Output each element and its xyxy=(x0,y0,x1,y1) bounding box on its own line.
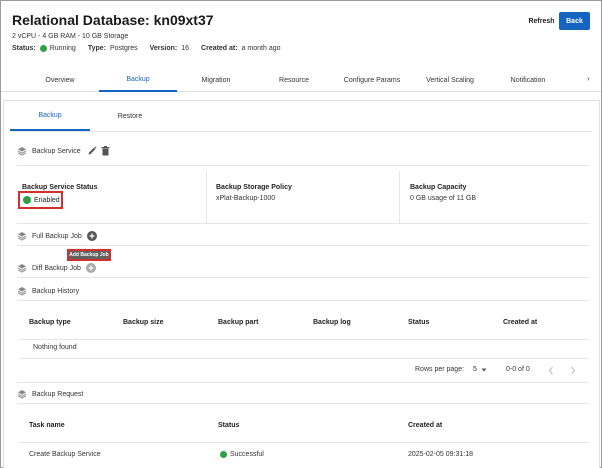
table-cell-task: Create Backup Service xyxy=(29,451,101,458)
backup-history-header: Backup History xyxy=(17,286,79,296)
column-header[interactable]: Backup part xyxy=(218,319,258,326)
enabled-status-highlight: Enabled xyxy=(18,191,63,209)
created-label: Created at: xyxy=(201,45,238,52)
section-divider xyxy=(17,165,589,166)
backup-storage-policy-value: xPlat-Backup-1000 xyxy=(216,195,276,202)
dropdown-arrow-icon xyxy=(481,368,487,371)
column-header[interactable]: Status xyxy=(218,422,239,429)
backup-history-title: Backup History xyxy=(32,287,80,295)
column-header[interactable]: Created at xyxy=(503,319,537,326)
backup-service-status-header: Backup Service Status xyxy=(22,184,98,191)
section-divider xyxy=(17,300,589,301)
type-value: Postgres xyxy=(109,45,138,52)
main-tabs: Overview Backup Migration Resource Confi… xyxy=(1,68,601,92)
layers-icon xyxy=(17,264,27,273)
enabled-status-icon xyxy=(23,196,31,204)
backup-service-title: Backup Service xyxy=(32,147,81,155)
pagination-range: 0-0 of 0 xyxy=(506,366,530,373)
add-full-backup-job-icon[interactable] xyxy=(86,231,97,241)
section-divider xyxy=(17,223,589,224)
version-label: Version: xyxy=(149,45,178,52)
tab-backup[interactable]: Backup xyxy=(99,68,177,92)
diff-backup-job-title: Diff Backup Job xyxy=(32,264,81,272)
column-header[interactable]: Backup type xyxy=(29,319,71,326)
backup-storage-policy: Backup Storage Policy xPlat-Backup-1000 xyxy=(216,184,292,202)
created-value: a month ago xyxy=(241,45,281,52)
section-divider xyxy=(17,245,589,246)
subtab-restore[interactable]: Restore xyxy=(90,101,170,131)
rows-per-page-label: Rows per page: xyxy=(415,366,465,373)
delete-trash-icon[interactable] xyxy=(101,146,110,156)
layers-icon xyxy=(17,287,27,296)
backup-capacity-header: Backup Capacity xyxy=(410,184,467,191)
column-divider xyxy=(206,171,207,223)
backup-request-header: Backup Request xyxy=(17,389,83,399)
next-page-icon[interactable] xyxy=(570,366,576,375)
app-frame: Relational Database: kn09xt37 2 vCPU - 4… xyxy=(0,0,602,468)
rows-per-page-value: 5 xyxy=(473,366,477,373)
page-title: Relational Database: kn09xt37 xyxy=(12,12,214,28)
layers-icon xyxy=(17,232,27,241)
running-status-icon xyxy=(39,45,47,52)
full-backup-job-header: Full Backup Job xyxy=(17,231,97,241)
layers-icon xyxy=(17,147,27,156)
column-header[interactable]: Task name xyxy=(29,422,65,429)
type-label: Type: xyxy=(87,45,106,52)
enabled-status-value: Enabled xyxy=(34,196,60,204)
version-value: 16 xyxy=(181,45,190,52)
backup-service-header: Backup Service xyxy=(17,146,110,156)
backup-capacity: Backup Capacity 0 GB usage of 11 GB xyxy=(410,184,476,202)
full-backup-job-title: Full Backup Job xyxy=(32,232,82,240)
refresh-button[interactable]: Refresh xyxy=(524,13,559,29)
status-text: Successful xyxy=(230,451,264,458)
previous-page-icon[interactable] xyxy=(548,366,554,375)
add-diff-backup-job-icon[interactable] xyxy=(85,263,96,273)
tab-configure-params[interactable]: Configure Params xyxy=(333,68,411,92)
column-divider xyxy=(399,171,400,223)
backup-request-title: Backup Request xyxy=(32,390,84,398)
chevron-right-icon[interactable]: › xyxy=(587,74,590,83)
db-meta: Status: Running Type: Postgres Version: … xyxy=(12,45,293,52)
table-row-divider xyxy=(19,358,589,359)
subtab-backup[interactable]: Backup xyxy=(10,101,90,131)
tab-notification[interactable]: Notification xyxy=(489,68,567,92)
section-divider xyxy=(17,382,589,383)
column-header[interactable]: Backup log xyxy=(313,319,351,326)
add-backup-job-tooltip: Add Backup Job xyxy=(67,249,111,261)
back-button[interactable]: Back xyxy=(559,12,590,30)
tab-vertical-scaling[interactable]: Vertical Scaling xyxy=(411,68,489,92)
column-header[interactable]: Status xyxy=(408,319,429,326)
backup-capacity-value: 0 GB usage of 11 GB xyxy=(410,195,477,202)
layers-icon xyxy=(17,390,27,399)
table-header-divider xyxy=(19,339,589,340)
column-header[interactable]: Created at xyxy=(408,422,442,429)
tab-migration[interactable]: Migration xyxy=(177,68,255,92)
table-cell-status: Successful xyxy=(220,451,264,458)
db-specs: 2 vCPU - 4 GB RAM - 10 GB Storage xyxy=(12,33,129,40)
diff-backup-job-header: Diff Backup Job xyxy=(17,263,96,273)
table-header-divider xyxy=(19,442,589,443)
subtabs-divider xyxy=(12,131,592,132)
rows-per-page-select[interactable]: 5 xyxy=(473,366,487,373)
status-label: Status: xyxy=(12,45,36,52)
empty-table-message: Nothing found xyxy=(33,344,77,351)
tab-overview[interactable]: Overview xyxy=(21,68,99,92)
edit-pencil-icon[interactable] xyxy=(87,146,97,156)
status-value: Running xyxy=(49,45,76,52)
section-divider xyxy=(17,277,589,278)
section-divider xyxy=(17,403,589,404)
table-cell-created: 2025-02-05 09:31:18 xyxy=(408,451,473,458)
column-header[interactable]: Backup size xyxy=(123,319,163,326)
backup-storage-policy-header: Backup Storage Policy xyxy=(216,184,292,191)
success-status-icon xyxy=(220,451,227,458)
tab-resource[interactable]: Resource xyxy=(255,68,333,92)
